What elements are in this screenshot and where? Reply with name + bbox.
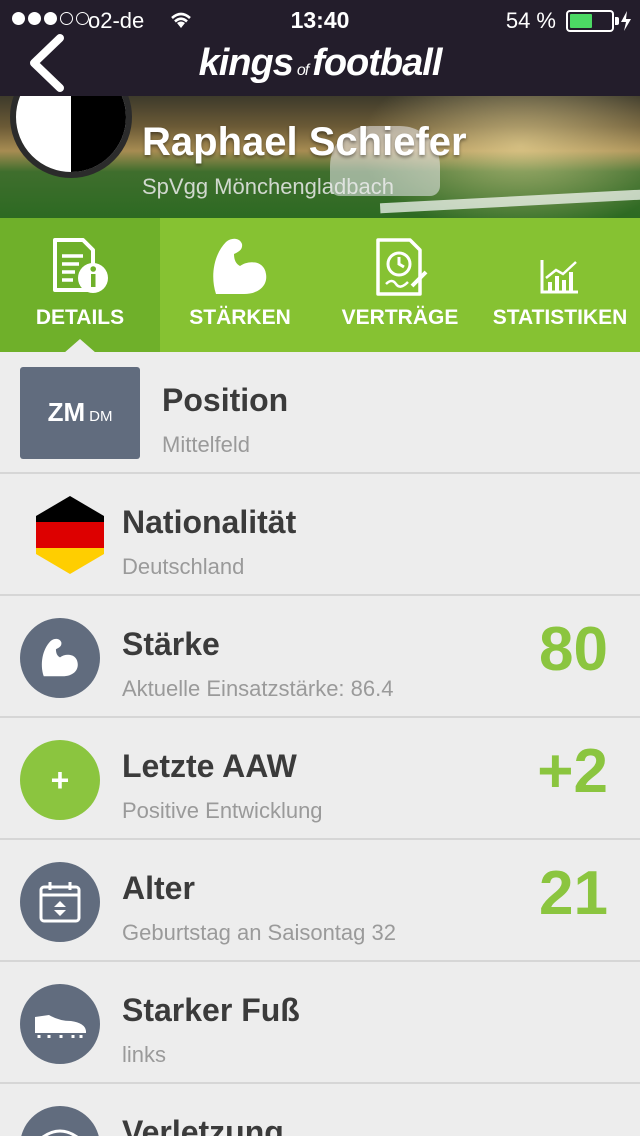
- biceps-icon: [20, 618, 100, 698]
- injury-icon: [20, 1106, 100, 1136]
- age-row: Alter Geburtstag an Saisontag 32 21: [0, 840, 640, 962]
- tab-details[interactable]: DETAILS: [0, 218, 160, 353]
- tab-vertraege-label: VERTRÄGE: [341, 306, 459, 329]
- charging-bolt-icon: [620, 10, 632, 38]
- last-aaw-title: Letzte AAW: [122, 748, 297, 784]
- plus-icon: +: [20, 740, 100, 820]
- player-club: SpVgg Mönchengladbach: [142, 174, 394, 199]
- position-subtitle: Mittelfeld: [162, 432, 251, 457]
- football-boot-icon: [20, 984, 100, 1064]
- battery-icon: [566, 10, 614, 32]
- player-header: Raphael Schiefer SpVgg Mönchengladbach: [0, 96, 640, 218]
- battery-level-fill: [570, 14, 592, 28]
- position-badge: ZM DM: [20, 367, 140, 459]
- strength-value: 80: [539, 615, 608, 684]
- last-aaw-subtitle: Positive Entwicklung: [122, 798, 323, 823]
- app-logo: kings of football: [198, 42, 443, 84]
- injury-row: Verletzung: [0, 1084, 640, 1136]
- strong-foot-subtitle: links: [122, 1042, 167, 1067]
- injury-title: Verletzung: [122, 1114, 284, 1136]
- tab-staerken-label: STÄRKEN: [189, 306, 291, 329]
- nationality-title: Nationalität: [122, 504, 297, 540]
- contract-icon: [370, 236, 430, 303]
- tab-statistiken-label: STATISTIKEN: [492, 306, 628, 329]
- chart-icon: [538, 236, 582, 301]
- strength-row: Stärke Aktuelle Einsatzstärke: 86.4 80: [0, 596, 640, 718]
- calendar-icon: [20, 862, 100, 942]
- player-details-screen: o2-de 13:40 54 % kings of football Raphae: [0, 0, 640, 1136]
- age-subtitle: Geburtstag an Saisontag 32: [122, 920, 396, 945]
- strong-foot-title: Starker Fuß: [122, 992, 300, 1028]
- strong-foot-row: Starker Fuß links: [0, 962, 640, 1084]
- top-bar: o2-de 13:40 54 % kings of football: [0, 0, 640, 96]
- tab-statistiken[interactable]: STATISTIKEN: [480, 218, 640, 352]
- status-bar: o2-de 13:40 54 %: [0, 0, 640, 40]
- battery-percent: 54 %: [505, 8, 556, 33]
- nationality-row: Nationalität Deutschland: [0, 474, 640, 596]
- last-aaw-row: + Letzte AAW Positive Entwicklung +2: [0, 718, 640, 840]
- strength-title: Stärke: [122, 626, 220, 662]
- tab-staerken[interactable]: STÄRKEN: [160, 218, 320, 352]
- player-name: Raphael Schiefer: [142, 120, 467, 164]
- tab-details-label: DETAILS: [35, 306, 125, 329]
- age-value: 21: [539, 859, 608, 928]
- strength-subtitle: Aktuelle Einsatzstärke: 86.4: [122, 676, 394, 701]
- nationality-subtitle: Deutschland: [122, 554, 245, 579]
- last-aaw-value: +2: [537, 737, 608, 806]
- details-list: ZM DM Position Mittelfeld Nationalität De…: [0, 352, 640, 1136]
- position-title: Position: [162, 382, 289, 418]
- club-badge: [10, 96, 132, 178]
- biceps-icon: [208, 236, 272, 303]
- tab-bar: DETAILS STÄRKEN VERTRÄGE STATISTIKEN: [0, 218, 640, 353]
- document-info-icon: [49, 236, 111, 301]
- tab-vertraege[interactable]: VERTRÄGE: [320, 218, 480, 352]
- position-row: ZM DM Position Mittelfeld: [0, 352, 640, 474]
- germany-flag-icon: [34, 494, 106, 581]
- age-title: Alter: [122, 870, 195, 906]
